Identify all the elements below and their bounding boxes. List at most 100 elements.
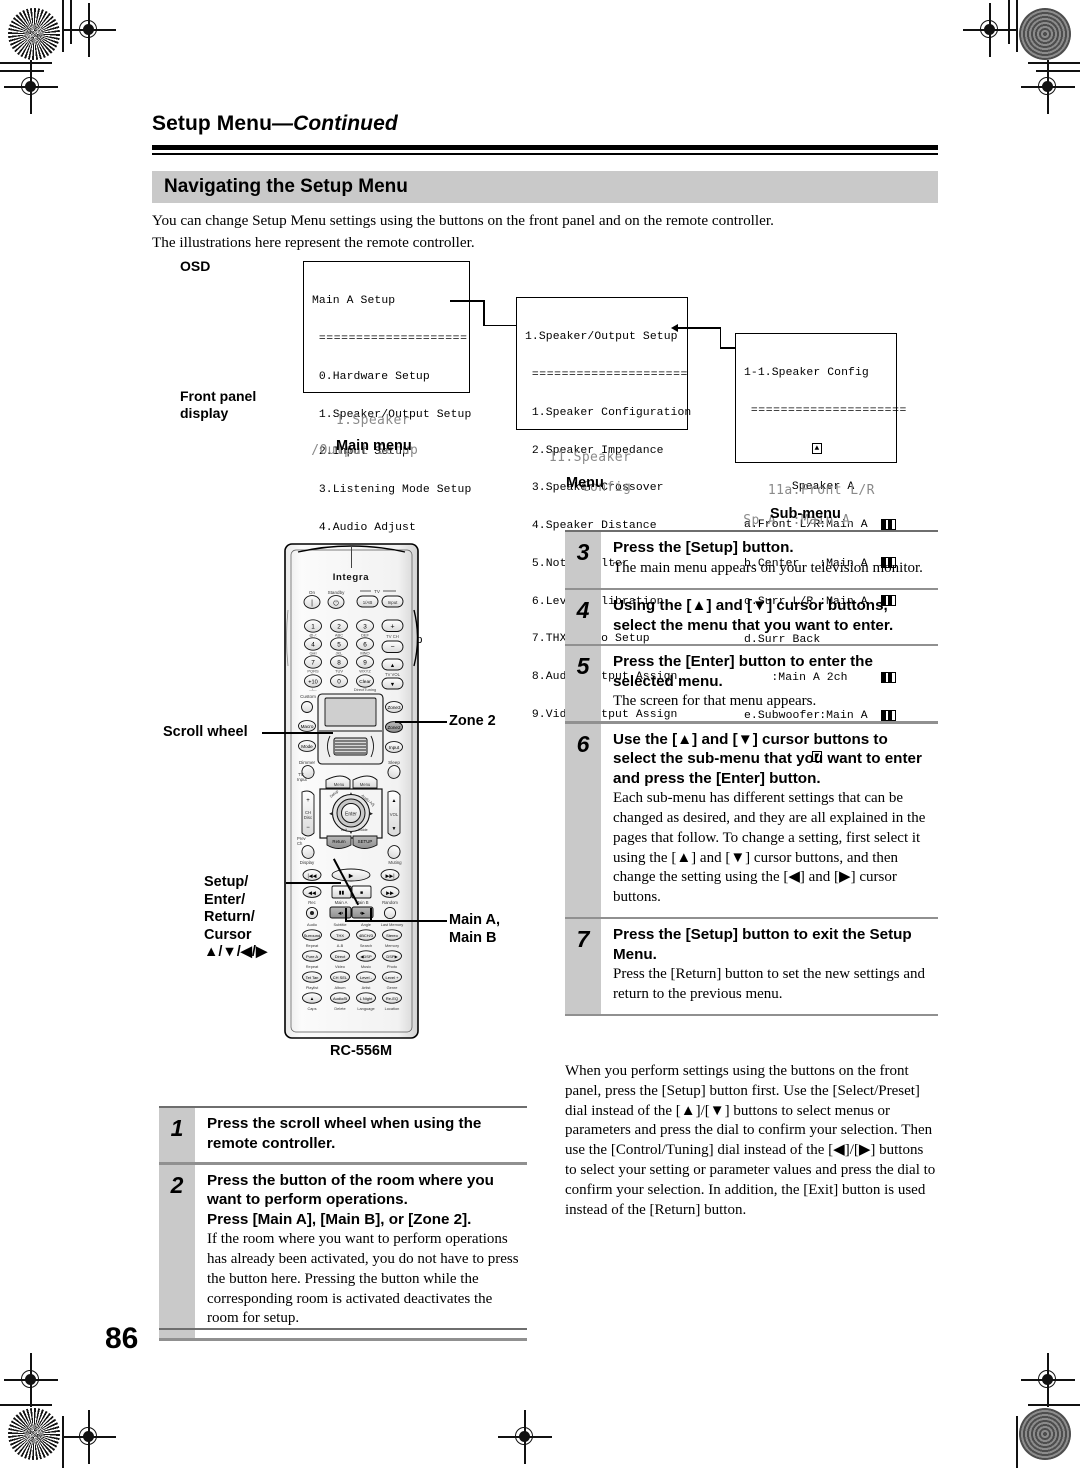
svg-text:Language: Language [357, 1006, 374, 1011]
svg-text:Audio: Audio [307, 922, 317, 927]
svg-text:PQRS: PQRS [307, 669, 319, 674]
svg-text:0: 0 [337, 679, 341, 686]
svg-text:Mode: Mode [301, 744, 313, 749]
remote-model-caption: RC-556M [330, 1043, 393, 1059]
scroll-up-icon: ▲ [811, 442, 823, 454]
step-body: Press the [Return] button to set the new… [613, 966, 926, 1003]
footer-rule [159, 1328, 527, 1331]
svg-text:Integra: Integra [333, 572, 370, 583]
osd-menu-box: 1.Speaker/Output Setup =================… [516, 297, 692, 721]
caption-main-menu: Main menu [336, 438, 412, 454]
svg-text:L Night: L Night [360, 996, 373, 1001]
step-number: 7 [565, 919, 601, 1014]
svg-text:SETUP: SETUP [358, 839, 373, 844]
step-2: 2 Press the button of the room where you… [159, 1164, 527, 1339]
step-number: 1 [159, 1108, 195, 1163]
svg-text:▶: ▶ [369, 811, 373, 817]
svg-text:Playlist: Playlist [306, 985, 319, 990]
svg-text:Exit: Exit [341, 828, 347, 832]
svg-text:▶: ▶ [349, 874, 354, 880]
step-number: 2 [159, 1164, 195, 1339]
svg-text:◀DSP: ◀DSP [360, 954, 372, 959]
svg-text:CH SEL: CH SEL [333, 975, 348, 980]
step-5: 5 Press the [Enter] button to enter the … [565, 646, 938, 722]
osd-main-item: 3.Listening Mode Setup [318, 484, 472, 497]
step-4: 4 Using the [▲] and [▼] cursor buttons, … [565, 590, 938, 645]
svg-text:Stereo: Stereo [386, 933, 399, 938]
callout-scroll-wheel: Scroll wheel [163, 724, 248, 740]
svg-text:Repeat: Repeat [306, 964, 319, 969]
svg-text:Clear: Clear [359, 679, 371, 685]
svg-text:▼: ▼ [390, 682, 395, 688]
svg-text:Direct: Direct [335, 954, 346, 959]
step-number: 5 [565, 646, 601, 722]
svg-text:Photo: Photo [387, 964, 397, 969]
svg-text:THX: THX [336, 933, 344, 938]
caption-menu: Menu [566, 475, 604, 491]
svg-text:Pure A: Pure A [306, 954, 318, 959]
svg-text:▪▶: ▪▶ [360, 911, 366, 916]
svg-text:Video: Video [335, 964, 345, 969]
svg-text:On: On [309, 590, 316, 595]
svg-text:+: + [306, 798, 310, 804]
svg-text:Subtitle: Subtitle [334, 922, 347, 927]
svg-text:TV VOL: TV VOL [385, 672, 401, 677]
section-heading-band: Navigating the Setup Menu [152, 171, 938, 203]
svg-text:Sleep: Sleep [388, 760, 400, 765]
intro-line-2: The illustrations here represent the rem… [152, 233, 475, 251]
step-separator [565, 1013, 938, 1017]
remote-controller-illustration: Integra On Standby TV | ⏻ 1/AB Input 1 @-… [284, 540, 419, 1040]
svg-text:TV CH: TV CH [386, 634, 399, 639]
running-head-continued: —Continued [272, 112, 398, 135]
step-body: Each sub-menu has different settings tha… [613, 790, 926, 906]
svg-text:−: − [390, 644, 394, 651]
leader-main-ab [345, 920, 447, 922]
svg-text:JKL: JKL [336, 651, 344, 656]
step-body: The main menu appears on your television… [613, 559, 923, 576]
svg-text:GHI: GHI [309, 651, 316, 656]
leader-scroll-wheel [262, 732, 333, 734]
step-1: 1 Press the scroll wheel when using the … [159, 1108, 527, 1163]
leader-setup-cluster [286, 882, 341, 884]
svg-text:◀◀: ◀◀ [308, 891, 316, 897]
leader-main-ab-vertical-2 [370, 908, 372, 921]
svg-text:Standby: Standby [328, 590, 346, 595]
section-heading: Navigating the Setup Menu [164, 176, 408, 197]
svg-text:Ch: Ch [297, 841, 303, 846]
callout-main-ab: Main A, Main B [449, 912, 501, 946]
svg-text:Guide: Guide [358, 828, 368, 832]
dual-badge-icon [880, 518, 896, 530]
steps-left-column: 1 Press the scroll wheel when using the … [159, 1106, 527, 1341]
svg-text:◀: ◀ [329, 811, 333, 817]
osd-menu-item: 1.Speaker Configuration [531, 406, 692, 419]
svg-text:VOL: VOL [390, 812, 399, 817]
steps-right-column: 3 Press the [Setup] button. The main men… [565, 530, 938, 1017]
callout-zone2: Zone 2 [449, 713, 496, 729]
step-number: 3 [565, 532, 601, 588]
page-number: 86 [105, 1322, 139, 1355]
svg-text:Delete: Delete [334, 1006, 345, 1011]
step-heading: Press the [Setup] button. [613, 539, 794, 557]
osd-main-item: 4.Audio Adjust [318, 521, 416, 534]
svg-text:Tet Tan: Tet Tan [306, 975, 319, 980]
svg-text:8: 8 [337, 660, 341, 667]
svg-text:|: | [311, 600, 313, 607]
svg-text:+: + [390, 623, 394, 630]
fpd-menu: 11.Speaker Config [516, 435, 631, 510]
svg-text:Search: Search [360, 943, 372, 948]
svg-text:Display: Display [300, 860, 315, 865]
svg-text:DEF: DEF [361, 633, 370, 638]
svg-text:▲: ▲ [392, 798, 397, 804]
step-heading: Using the [▲] and [▼] cursor buttons, se… [613, 597, 894, 634]
svg-text:Zone3: Zone3 [387, 705, 400, 710]
step-heading: Press the [Setup] button to exit the Set… [613, 926, 912, 963]
svg-text:Input: Input [297, 777, 308, 782]
svg-text:Caps: Caps [307, 1006, 316, 1011]
svg-text:Level -: Level - [360, 975, 373, 980]
svg-text:▼: ▼ [392, 826, 397, 832]
label-front-panel-display: Front panel display [180, 388, 257, 421]
svg-text:▲: ▲ [390, 663, 395, 669]
svg-text:Main A: Main A [335, 900, 348, 905]
svg-text:Dimmer: Dimmer [299, 760, 316, 765]
svg-text:TV: TV [374, 589, 381, 594]
